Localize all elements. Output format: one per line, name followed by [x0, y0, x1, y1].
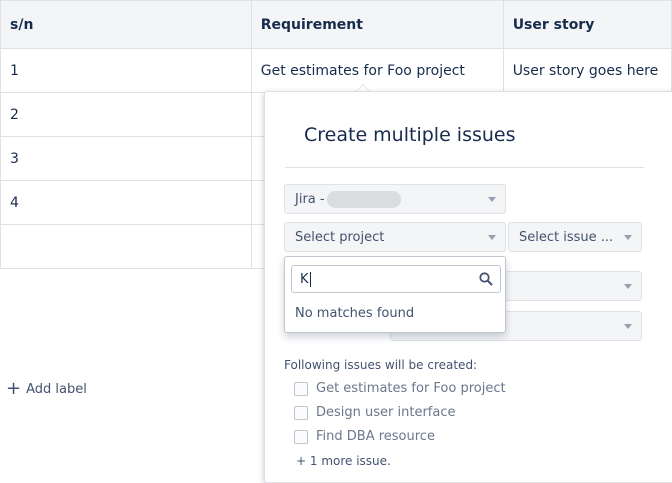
add-label-link[interactable]: + Add label	[6, 378, 87, 399]
issue-type-select-label: Select issue ...	[519, 229, 614, 245]
issue-checkbox-item[interactable]: Find DBA resource	[294, 429, 435, 444]
table-header-row: s/n Requirement User story	[0, 0, 672, 49]
plus-icon: +	[6, 378, 22, 399]
popup-pointer	[356, 84, 370, 91]
chevron-down-icon	[624, 324, 632, 329]
search-icon	[479, 272, 493, 286]
table-row: 1 Get estimates for Foo project User sto…	[0, 48, 672, 93]
text-cursor	[309, 271, 311, 287]
chevron-down-icon	[488, 197, 496, 202]
issue-type-select[interactable]: Select issue ...	[508, 222, 642, 252]
header-user-story: User story	[502, 0, 672, 49]
issue-label: Find DBA resource	[316, 429, 435, 444]
project-search-input[interactable]: K	[291, 265, 501, 293]
project-dropdown: K No matches found	[284, 256, 506, 333]
following-issues-label: Following issues will be created:	[284, 358, 478, 372]
table-cell[interactable]: 2	[0, 92, 252, 137]
project-select[interactable]: Select project	[284, 222, 506, 252]
table-cell[interactable]: 4	[0, 180, 252, 225]
divider	[285, 167, 644, 168]
checkbox[interactable]	[294, 429, 308, 444]
table-cell[interactable]: Get estimates for Foo project	[250, 48, 504, 93]
checkbox[interactable]	[294, 405, 308, 420]
more-issues-text: + 1 more issue.	[296, 454, 391, 468]
table-cell[interactable]	[0, 224, 252, 269]
issue-checkbox-item[interactable]: Get estimates for Foo project	[294, 381, 506, 396]
search-input-value: K	[300, 271, 309, 287]
chevron-down-icon	[488, 235, 496, 240]
add-label-text: Add label	[26, 381, 87, 397]
redacted-text	[326, 190, 401, 208]
jira-select-label: Jira -	[295, 191, 325, 207]
issue-label: Get estimates for Foo project	[316, 381, 506, 396]
table-cell[interactable]: 1	[0, 48, 252, 93]
table-cell[interactable]: User story goes here	[502, 48, 672, 93]
chevron-down-icon	[624, 235, 632, 240]
no-matches-message: No matches found	[295, 306, 415, 321]
table-cell[interactable]: 3	[0, 136, 252, 181]
chevron-down-icon	[624, 284, 632, 289]
checkbox[interactable]	[294, 381, 308, 396]
dialog-title: Create multiple issues	[304, 124, 516, 146]
header-requirement: Requirement	[250, 0, 504, 49]
issue-checkbox-item[interactable]: Design user interface	[294, 405, 455, 420]
jira-instance-select[interactable]: Jira -	[284, 184, 506, 214]
header-sn: s/n	[0, 0, 252, 49]
issue-label: Design user interface	[316, 405, 456, 420]
project-select-label: Select project	[295, 229, 385, 245]
